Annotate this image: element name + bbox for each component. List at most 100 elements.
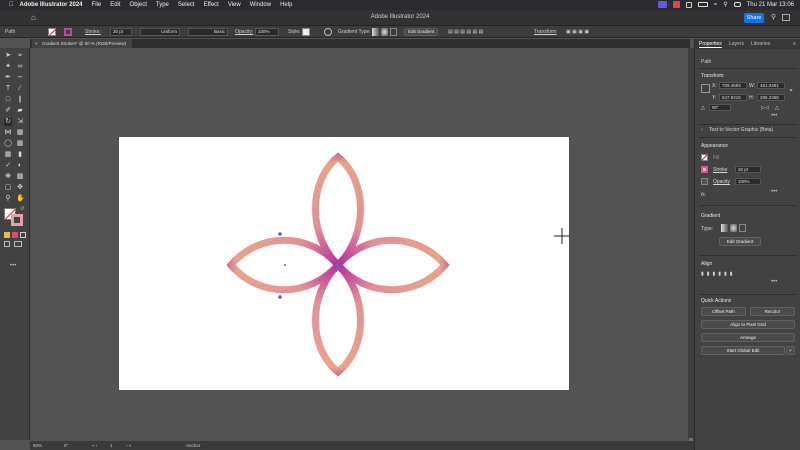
screen-record-icon[interactable] — [657, 1, 667, 8]
search-help-icon[interactable]: ⚲ — [771, 13, 776, 21]
artboard-number-field[interactable]: 1 — [110, 441, 113, 450]
status-icon[interactable] — [685, 1, 692, 8]
more-options-icon[interactable]: ••• — [771, 189, 777, 195]
align-to-pixel-grid-button[interactable]: Align to Pixel Grid — [701, 320, 795, 329]
gradient-type-freeform-icon[interactable] — [390, 28, 397, 36]
stroke-label[interactable]: Stroke: — [85, 29, 101, 35]
current-tool-label[interactable]: Anchor — [186, 441, 200, 450]
start-global-edit-button[interactable]: Start Global Edit — [701, 346, 785, 355]
menu-effect[interactable]: Effect — [204, 2, 219, 8]
magic-wand-tool-icon[interactable]: ✦ — [4, 63, 12, 71]
document-tab[interactable]: × Gradient Strokes* @ 50 % (RGB/Preview) — [32, 39, 132, 48]
stroke-swatch[interactable] — [701, 166, 708, 173]
isolate-icons[interactable]: ▣ ▣ ▣ ▣ — [566, 29, 589, 35]
flip-horizontal-icon[interactable]: ▷◁ — [761, 105, 769, 111]
artboard-tool-icon[interactable]: ▢ — [4, 184, 12, 192]
more-options-icon[interactable]: ••• — [771, 113, 777, 119]
artboard-nav-icons[interactable]: « ‹ — [92, 441, 97, 450]
slice-tool-icon[interactable]: ✥ — [16, 184, 24, 192]
symbol-sprayer-tool-icon[interactable]: ❋ — [4, 173, 12, 181]
blend-tool-icon[interactable]: ◐ — [16, 162, 24, 170]
arrange-documents-icon[interactable] — [782, 14, 790, 21]
stroke-weight-field[interactable]: 30 pt — [110, 28, 132, 36]
brush-definition[interactable]: Basic — [188, 28, 228, 36]
swap-colors-icon[interactable]: ↺ — [20, 206, 24, 212]
zoom-tool-icon[interactable]: ⚲ — [4, 195, 12, 203]
free-transform-tool-icon[interactable]: ▦ — [16, 129, 24, 137]
direct-selection-tool-icon[interactable]: ➢ — [16, 52, 24, 60]
none-mode-icon[interactable] — [20, 232, 26, 238]
rotation-field[interactable]: 0° — [64, 441, 68, 450]
apple-icon[interactable]:  — [9, 2, 14, 8]
gradient-tool-icon[interactable]: ▮ — [16, 151, 24, 159]
arrange-button[interactable]: Arrange — [701, 333, 795, 342]
edit-gradient-button[interactable]: Edit Gradient — [719, 237, 761, 246]
gradient-mode-icon[interactable] — [12, 232, 18, 238]
text-to-vector-link[interactable]: Text to Vector Graphic (Beta) — [709, 127, 773, 133]
tab-libraries[interactable]: Libraries — [751, 41, 770, 47]
gradient-type-linear-icon[interactable] — [372, 28, 379, 36]
rotate-angle-field[interactable]: 90° — [709, 104, 731, 111]
tab-properties[interactable]: Properties — [699, 41, 722, 48]
width-tool-icon[interactable]: ⋈ — [4, 129, 12, 137]
tab-layers[interactable]: Layers — [729, 41, 744, 47]
search-icon[interactable]: ⚲ — [723, 1, 727, 8]
curvature-tool-icon[interactable]: ∽ — [16, 74, 24, 82]
recolor-icon[interactable] — [324, 28, 332, 36]
more-options-icon[interactable]: ••• — [771, 279, 777, 285]
close-tab-icon[interactable]: × — [35, 39, 38, 48]
rotate-tool-icon[interactable]: ↻ — [4, 118, 12, 126]
menu-window[interactable]: Window — [250, 2, 271, 8]
menu-help[interactable]: Help — [280, 2, 292, 8]
menu-type[interactable]: Type — [156, 2, 169, 8]
menu-view[interactable]: View — [228, 2, 241, 8]
align-icons[interactable]: ▤ ▤ ▤ ▤ ▤ ▤ — [448, 29, 483, 35]
edit-gradient-button[interactable]: Edit Gradient — [404, 28, 439, 36]
paintbrush-tool-icon[interactable]: ∥ — [16, 96, 24, 104]
battery-icon[interactable] — [697, 2, 708, 7]
panel-menu-icon[interactable]: ≡ — [793, 41, 796, 47]
eyedropper-tool-icon[interactable]: ✓ — [4, 162, 12, 170]
constrain-proportions-icon[interactable]: ⚭ — [789, 88, 793, 94]
gradient-type-radial-icon[interactable] — [381, 28, 388, 36]
gradient-linear-icon[interactable] — [721, 224, 728, 232]
flip-vertical-icon[interactable]: △ — [775, 105, 779, 111]
opacity-label[interactable]: Opacity: — [235, 29, 253, 35]
shaper-tool-icon[interactable]: ✐ — [4, 107, 12, 115]
graphic-style-swatch[interactable] — [302, 28, 310, 36]
mesh-tool-icon[interactable]: ▦ — [4, 151, 12, 159]
rectangle-tool-icon[interactable]: □ — [4, 96, 12, 104]
control-center-icon[interactable] — [733, 2, 741, 7]
status-red-icon[interactable] — [672, 1, 680, 8]
align-buttons-icons[interactable]: ▮▮▮▮▮▮ — [701, 271, 736, 277]
opacity-field[interactable]: 100% — [255, 28, 279, 36]
shape-builder-tool-icon[interactable]: ◯ — [4, 140, 12, 148]
edit-toolbar-icon[interactable]: ••• — [10, 263, 16, 269]
selection-tool-icon[interactable]: ➤ — [4, 52, 12, 60]
eraser-tool-icon[interactable]: ▰ — [16, 107, 24, 115]
gradient-freeform-icon[interactable] — [739, 224, 746, 232]
wifi-icon[interactable]: ≈ — [714, 2, 717, 8]
variable-width-profile[interactable]: Uniform — [140, 28, 180, 36]
type-tool-icon[interactable]: T — [4, 85, 12, 93]
menu-object[interactable]: Object — [130, 2, 147, 8]
gradient-stroke-flower-artwork[interactable] — [119, 137, 569, 390]
zoom-level-field[interactable]: 50% — [33, 441, 42, 450]
canvas-area[interactable] — [30, 48, 690, 440]
menu-app-name[interactable]: Adobe Illustrator 2024 — [20, 2, 83, 8]
column-graph-tool-icon[interactable]: ▩ — [16, 173, 24, 181]
h-field[interactable]: 286.2358 — [757, 94, 785, 101]
menu-edit[interactable]: Edit — [110, 2, 120, 8]
reference-point-icon[interactable] — [701, 84, 710, 93]
share-button[interactable]: Share — [744, 13, 764, 23]
clock[interactable]: Thu 21 Mar 13:06 — [747, 2, 794, 8]
draw-mode-icon[interactable] — [4, 241, 10, 247]
scale-tool-icon[interactable]: ⇲ — [16, 118, 24, 126]
opacity-label[interactable]: Opacity — [713, 179, 730, 185]
stroke-weight-field[interactable]: 30 pt — [735, 166, 761, 173]
screen-mode-icon[interactable] — [14, 241, 22, 247]
menu-select[interactable]: Select — [178, 2, 195, 8]
recolor-button[interactable]: Recolor — [750, 307, 795, 316]
transform-label[interactable]: Transform — [534, 29, 557, 35]
stroke-color-well[interactable] — [11, 214, 23, 226]
